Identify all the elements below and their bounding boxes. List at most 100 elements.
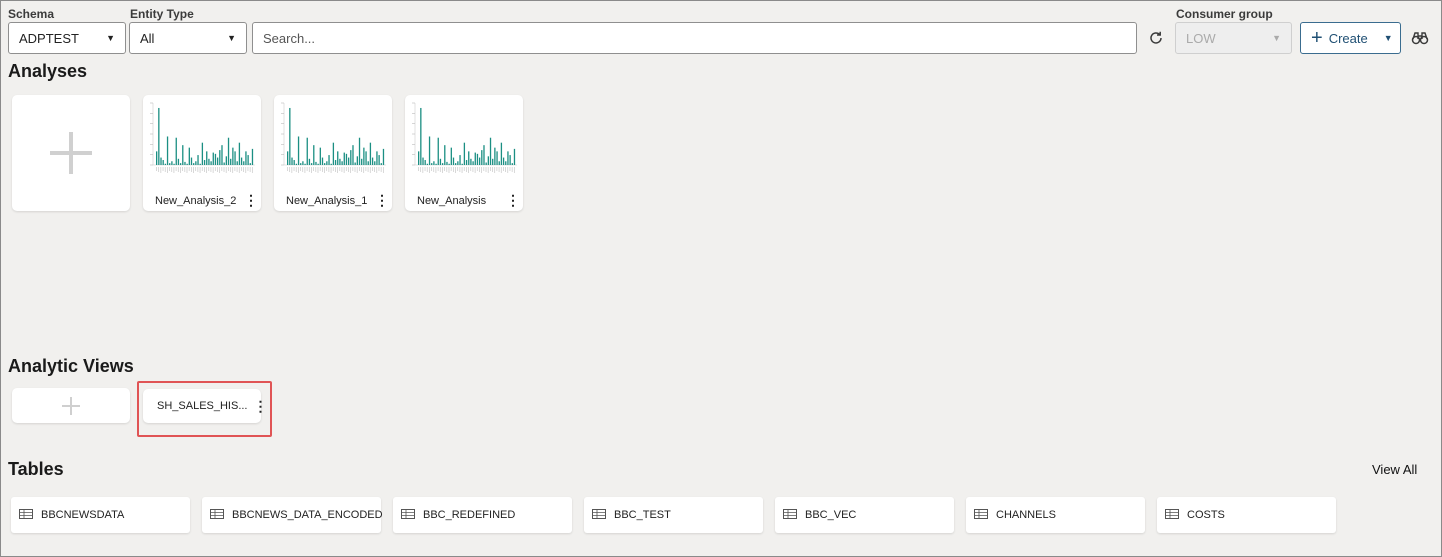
thumbnail-bar <box>214 153 217 165</box>
thumbnail-bar <box>339 158 341 165</box>
thumbnail-bar <box>371 157 374 165</box>
thumbnail-bar <box>380 163 382 165</box>
view-all-link[interactable]: View All <box>1372 462 1417 477</box>
thumbnail-bar <box>317 163 319 165</box>
thumbnail-bar <box>463 142 466 165</box>
search-placeholder: Search... <box>263 30 316 46</box>
thumbnail-bar <box>227 137 230 165</box>
table-icon <box>974 508 988 522</box>
thumbnail-bar <box>459 155 461 165</box>
table-chip[interactable]: BBCNEWS_DATA_ENCODED <box>202 497 383 533</box>
thumbnail-bar <box>350 150 352 165</box>
add-analytic-view-card[interactable] <box>12 388 130 423</box>
more-options-icon[interactable]: ⋮ <box>506 193 520 207</box>
thumbnail-bar <box>295 163 298 165</box>
binoculars-icon[interactable] <box>1409 27 1431 49</box>
thumbnail-bar <box>315 161 317 165</box>
thumbnail-bar <box>439 158 442 165</box>
chevron-down-icon[interactable]: ▼ <box>1384 33 1393 43</box>
schema-select[interactable]: ADPTEST ▼ <box>8 22 126 54</box>
thumbnail-bar <box>300 163 302 165</box>
analysis-card[interactable]: New_Analysis ⋮ <box>405 95 523 211</box>
thumbnail-bar <box>330 163 332 165</box>
analysis-name: New_Analysis_2 <box>155 195 237 207</box>
thumbnail-bar <box>337 151 339 165</box>
thumbnail-bar <box>422 157 424 165</box>
analysis-card[interactable]: New_Analysis_2 ⋮ <box>143 95 261 211</box>
thumbnail-bar <box>343 152 345 165</box>
schema-select-value: ADPTEST <box>19 30 79 46</box>
table-icon <box>401 508 415 522</box>
thumbnail-bar <box>223 162 225 165</box>
analysis-card[interactable]: New_Analysis_1 ⋮ <box>274 95 392 211</box>
analysis-name: New_Analysis <box>417 195 487 207</box>
table-name: BBCNEWSDATA <box>41 509 125 521</box>
thumbnail-bar <box>341 161 343 165</box>
table-chip[interactable]: BBC_TEST <box>584 497 763 533</box>
schema-label: Schema <box>8 7 55 21</box>
plus-icon <box>62 396 80 415</box>
thumbnail-bar <box>230 158 232 165</box>
thumbnail-bar <box>487 156 489 165</box>
thumbnail-bar <box>240 157 243 165</box>
table-chip[interactable]: BBC_REDEFINED <box>393 497 572 533</box>
thumbnail-bar <box>354 162 356 165</box>
table-chip[interactable]: CHANNELS <box>966 497 1145 533</box>
more-options-icon[interactable]: ⋮ <box>375 193 389 207</box>
refresh-icon[interactable] <box>1145 27 1167 49</box>
more-options-icon[interactable]: ⋮ <box>244 193 258 207</box>
thumbnail-bar <box>367 161 369 165</box>
thumbnail-bar <box>347 157 350 165</box>
table-chip[interactable]: BBC_VEC <box>775 497 954 533</box>
entity-type-label: Entity Type <box>130 7 194 21</box>
thumbnail-bar <box>500 142 503 165</box>
thumbnail-bar <box>474 152 476 165</box>
table-name: BBC_REDEFINED <box>423 509 516 521</box>
thumbnail-bar <box>197 155 199 165</box>
thumbnail-bar <box>478 157 481 165</box>
tables-title: Tables <box>8 459 64 479</box>
thumbnail-bar <box>509 155 511 165</box>
thumbnail-bar <box>249 163 251 165</box>
thumbnail-bar <box>505 161 507 165</box>
thumbnail-bar <box>319 147 321 165</box>
plus-icon: + <box>1311 27 1323 49</box>
thumbnail-bar <box>441 163 444 165</box>
chevron-down-icon: ▼ <box>1272 33 1281 43</box>
thumbnail-bar <box>324 163 326 165</box>
plus-icon <box>50 132 92 174</box>
thumbnail-bar <box>448 163 450 165</box>
thumbnail-bar <box>179 163 182 165</box>
thumbnail-bar <box>236 161 238 165</box>
thumbnail-bar <box>313 145 315 165</box>
thumbnail-bar <box>369 142 372 165</box>
thumbnail-bar <box>304 163 306 165</box>
consumer-group-select: LOW ▼ <box>1175 22 1292 54</box>
thumbnail-bar <box>164 163 167 165</box>
analytic-view-card[interactable]: SH_SALES_HIS... ⋮ <box>143 389 268 423</box>
analyses-title: Analyses <box>8 61 88 81</box>
table-name: BBCNEWS_DATA_ENCODED <box>232 509 383 521</box>
thumbnail-bar <box>418 151 420 165</box>
thumbnail-bar <box>489 137 492 165</box>
thumbnail-bar <box>382 148 385 165</box>
thumbnail-bar <box>321 157 324 165</box>
thumbnail-bar <box>208 158 210 165</box>
thumbnail-bar <box>158 107 160 165</box>
add-analysis-card[interactable] <box>12 95 130 211</box>
thumbnail-bar <box>446 161 448 165</box>
thumbnail-bar <box>238 142 241 165</box>
thumbnail-bar <box>457 161 459 165</box>
thumbnail-bar <box>219 150 221 165</box>
thumbnail-bar <box>498 161 500 165</box>
more-options-icon[interactable]: ⋮ <box>254 399 268 413</box>
table-chip[interactable]: COSTS <box>1157 497 1336 533</box>
thumbnail-bar <box>162 160 164 165</box>
search-input[interactable]: Search... <box>252 22 1137 54</box>
analysis-thumbnail-chart <box>281 102 386 173</box>
table-chip[interactable]: BBCNEWSDATA <box>11 497 190 533</box>
entity-type-select[interactable]: All ▼ <box>129 22 247 54</box>
create-button[interactable]: + Create ▼ <box>1300 22 1401 54</box>
thumbnail-bar <box>156 151 158 165</box>
thumbnail-bar <box>332 142 335 165</box>
